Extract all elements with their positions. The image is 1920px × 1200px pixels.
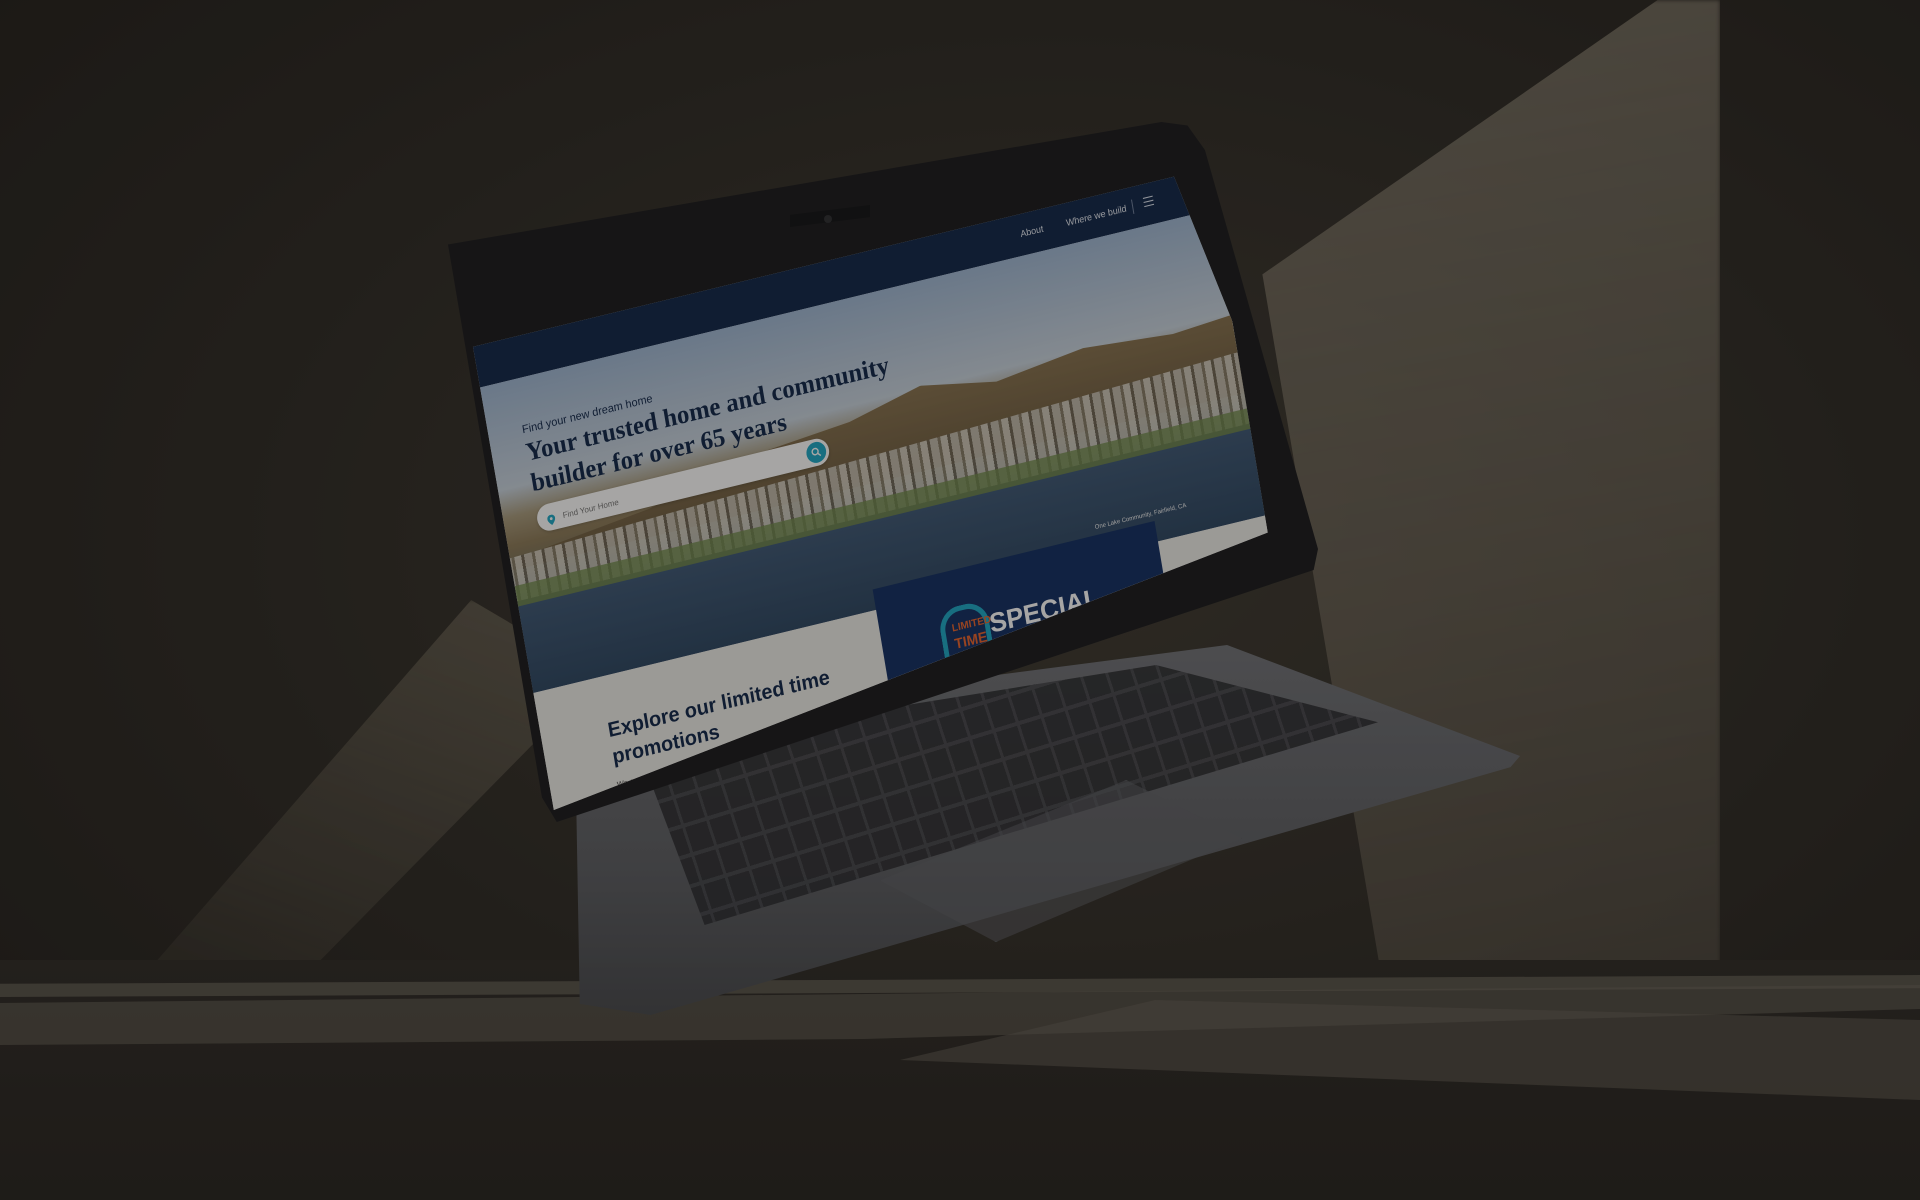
- search-button[interactable]: [804, 439, 828, 465]
- background-scene: About Where we build Find your new dream…: [0, 0, 1920, 1200]
- search-icon: [811, 447, 822, 457]
- camera-lens: [824, 215, 832, 223]
- laptop: About Where we build Find your new dream…: [0, 0, 1920, 1200]
- nav-link-where-we-build[interactable]: Where we build: [1065, 203, 1127, 228]
- hamburger-menu-icon[interactable]: [1142, 195, 1155, 209]
- location-pin-icon: [546, 511, 556, 525]
- nav-divider: [1131, 199, 1135, 215]
- nav-link-about[interactable]: About: [1020, 223, 1045, 239]
